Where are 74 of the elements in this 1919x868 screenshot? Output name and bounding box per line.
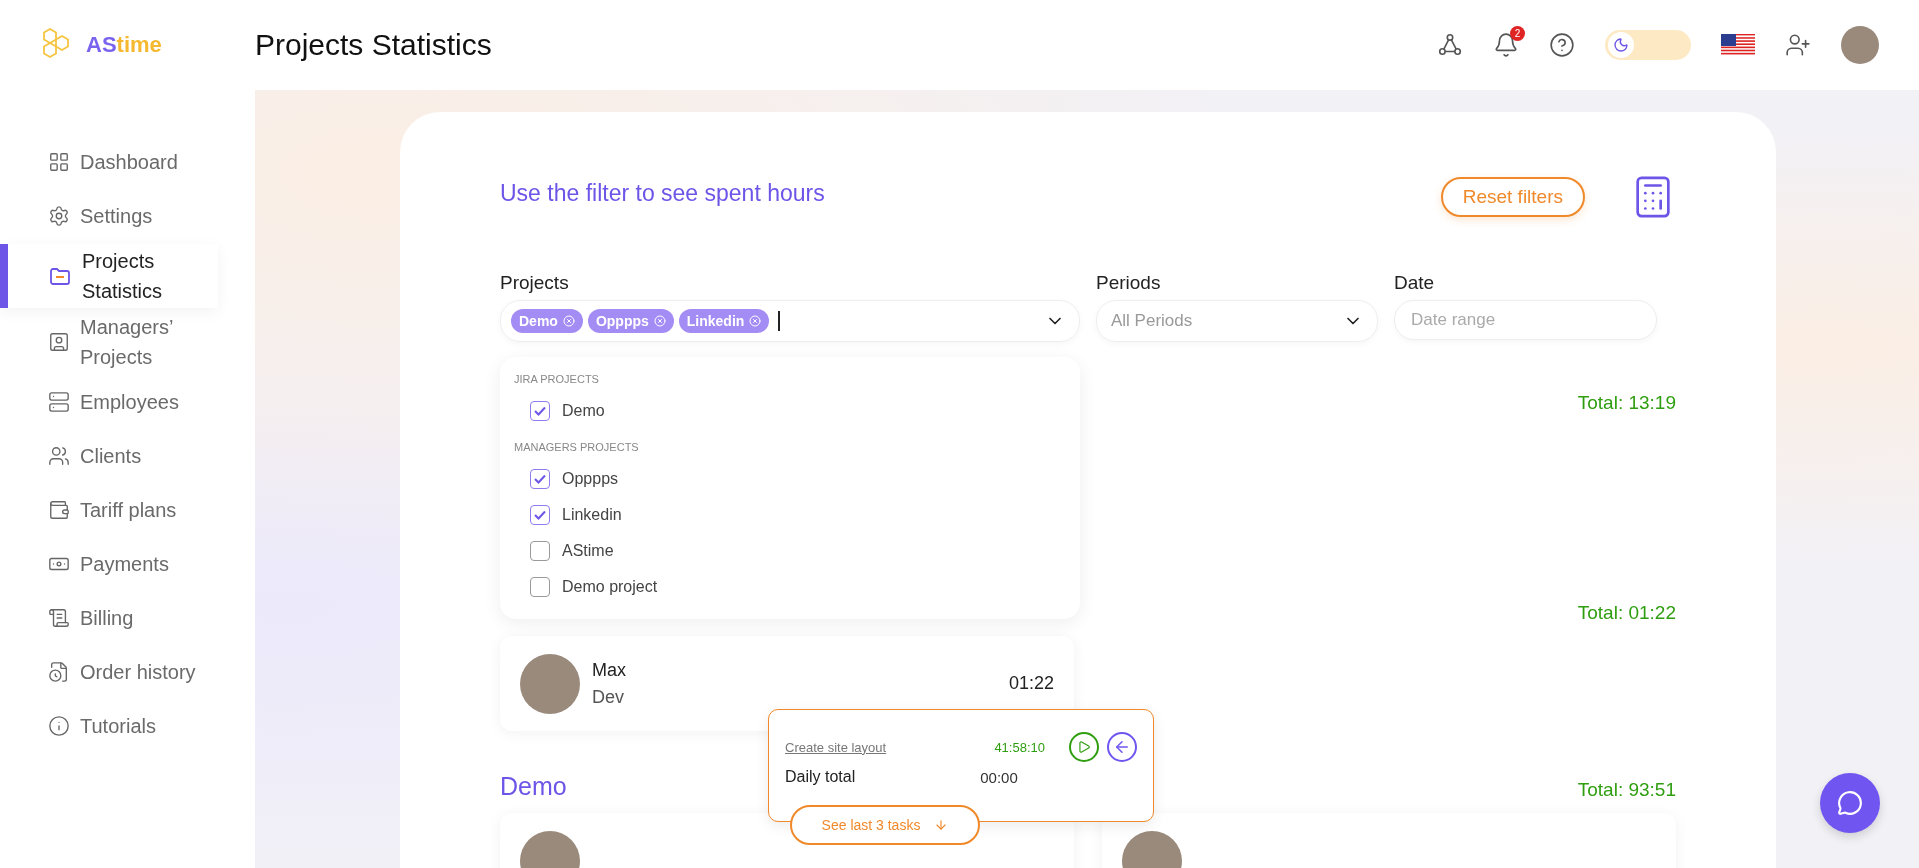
projects-select[interactable]: Demo Opppps Linkedin (500, 300, 1080, 342)
flag-icon[interactable] (1721, 34, 1755, 56)
employee-time: 01:22 (1008, 673, 1054, 694)
play-icon (1077, 740, 1091, 754)
date-range-field[interactable]: Date range (1394, 300, 1657, 340)
settings-icon (48, 205, 70, 227)
sidebar-item[interactable]: Order history (0, 646, 218, 698)
remove-icon[interactable] (653, 315, 666, 327)
employee-role: Dev (592, 686, 625, 708)
add-user-icon[interactable] (1785, 32, 1811, 58)
checkbox[interactable] (530, 541, 550, 561)
project-tag[interactable]: Demo (511, 309, 583, 333)
back-button[interactable] (1107, 732, 1137, 762)
sidebar-item[interactable]: Payments (0, 538, 218, 590)
field-label: Date (1394, 272, 1436, 294)
wallet-icon (48, 499, 70, 521)
total-time: Total: 93:51 (1577, 779, 1676, 801)
notification-badge: 2 (1510, 26, 1525, 41)
play-button[interactable] (1069, 732, 1099, 762)
document-clock-icon (48, 661, 70, 683)
project-option[interactable]: Demo (514, 393, 1066, 429)
sidebar-item[interactable]: Managers’ Projects (0, 310, 218, 374)
filter-heading: Use the filter to see spent hours (500, 180, 825, 207)
project-option[interactable]: Opppps (514, 461, 1066, 497)
network-icon[interactable] (1437, 32, 1463, 58)
grid-icon (48, 151, 70, 173)
scroll-icon (48, 607, 70, 629)
project-tag[interactable]: Linkedin (678, 309, 770, 333)
daily-total-value: 00:00 (980, 768, 1018, 786)
checkbox[interactable] (530, 505, 550, 525)
daily-total-label: Daily total (785, 768, 856, 786)
info-icon (48, 715, 70, 737)
help-icon[interactable] (1549, 32, 1575, 58)
chat-button[interactable] (1820, 773, 1880, 833)
remove-icon[interactable] (562, 315, 575, 327)
project-option[interactable]: AStime (514, 533, 1066, 569)
sidebar-item[interactable]: Projects Statistics (0, 244, 218, 308)
logo-text: AStime (86, 32, 162, 58)
sidebar-item[interactable]: Employees (0, 376, 218, 428)
check-icon (534, 406, 546, 416)
page-title: Projects Statistics (255, 28, 493, 62)
field-label: Periods (1096, 272, 1162, 294)
section-title: Demo (500, 772, 567, 801)
field-label: Projects (500, 272, 570, 294)
project-option[interactable]: Demo project (514, 569, 1066, 605)
task-link[interactable]: Create site layout (785, 739, 887, 755)
users-icon (48, 445, 70, 467)
sidebar-item[interactable]: Tutorials (0, 700, 218, 752)
chat-icon (1837, 790, 1863, 816)
remove-icon[interactable] (749, 315, 762, 327)
project-option[interactable]: Linkedin (514, 497, 1066, 533)
user-card-icon (48, 331, 70, 353)
checkbox[interactable] (530, 577, 550, 597)
server-icon (48, 391, 70, 413)
total-time: Total: 01:22 (1577, 602, 1676, 624)
project-tag[interactable]: Opppps (587, 309, 674, 333)
check-icon (534, 474, 546, 484)
sidebar-item[interactable]: Dashboard (0, 136, 218, 188)
theme-toggle[interactable] (1605, 30, 1691, 60)
group-title: JIRA PROJECTS (514, 373, 600, 385)
checkbox[interactable] (530, 469, 550, 489)
check-icon (534, 510, 546, 520)
employee-name: Max (592, 659, 626, 681)
user-avatar[interactable] (1841, 26, 1879, 64)
group-title: MANAGERS PROJECTS (514, 441, 640, 453)
periods-select[interactable]: All Periods (1096, 300, 1378, 342)
checkbox[interactable] (530, 401, 550, 421)
elapsed-time: 41:58:10 (994, 739, 1045, 755)
moon-icon (1613, 37, 1629, 53)
sidebar-item[interactable]: Settings (0, 190, 218, 242)
sidebar-item[interactable]: Clients (0, 430, 218, 482)
sidebar-item[interactable]: Tariff plans (0, 484, 218, 536)
sidebar-item[interactable]: Billing (0, 592, 218, 644)
total-time: Total: 13:19 (1577, 392, 1676, 414)
